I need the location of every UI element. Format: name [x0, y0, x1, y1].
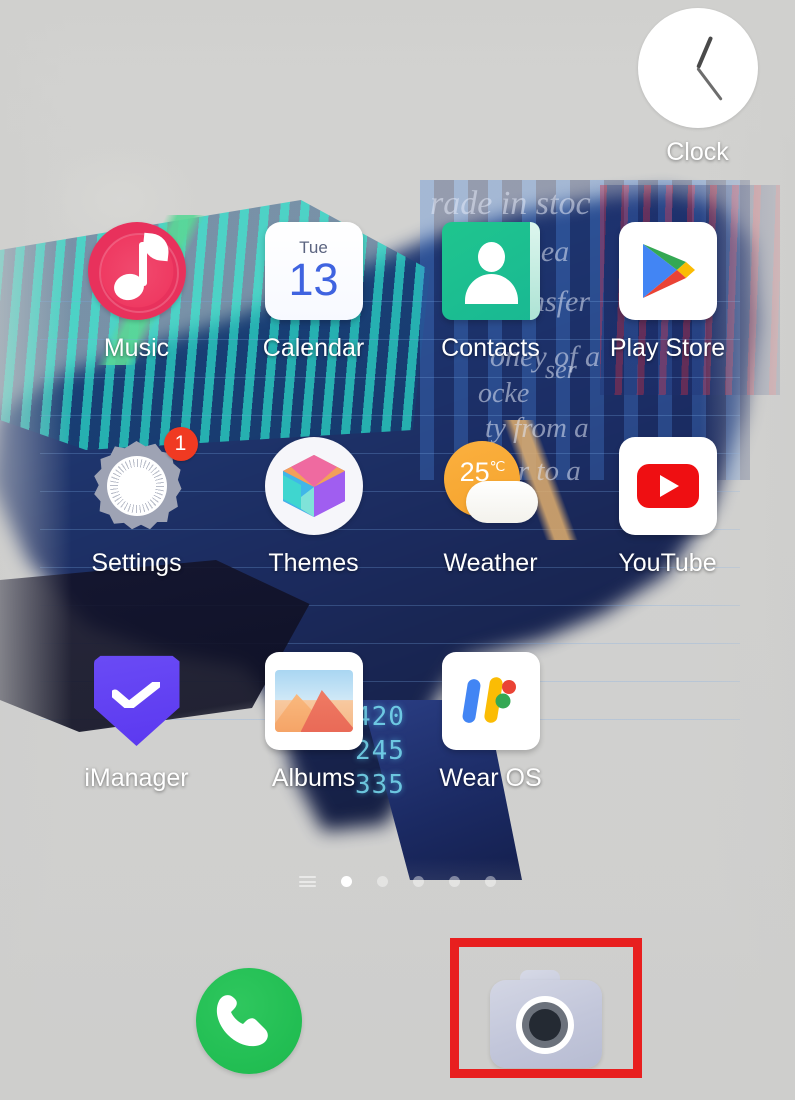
- app-music[interactable]: Music: [48, 222, 225, 437]
- app-contacts[interactable]: Contacts: [402, 222, 579, 437]
- app-label-albums: Albums: [271, 764, 356, 792]
- app-label-imanager: iManager: [84, 764, 189, 792]
- app-label-music: Music: [103, 334, 170, 362]
- contacts-person-icon: [441, 222, 540, 320]
- photo-album-icon: [264, 652, 363, 750]
- page-dot-1[interactable]: [341, 876, 352, 887]
- weather-unit: ℃: [489, 458, 506, 474]
- themes-gem-icon: [264, 437, 363, 535]
- app-calendar[interactable]: Tue 13 Calendar: [225, 222, 402, 437]
- page-dot-5[interactable]: [485, 876, 496, 887]
- wallpaper-text-0: rade in stoc: [430, 185, 591, 222]
- app-wear-os[interactable]: Wear OS: [402, 652, 579, 867]
- play-store-icon: [618, 222, 717, 320]
- page-dot-3[interactable]: [413, 876, 424, 887]
- shield-check-icon: [88, 652, 186, 750]
- app-settings[interactable]: 1 Settings: [48, 427, 225, 652]
- phone-handset-icon[interactable]: [196, 968, 302, 1074]
- app-label-youtube: YouTube: [618, 549, 717, 577]
- calendar-icon: Tue 13: [264, 222, 363, 320]
- calendar-day-number: 13: [288, 254, 339, 305]
- clock-hour-hand: [695, 35, 713, 69]
- music-note-icon: [87, 222, 186, 320]
- page-dot-2[interactable]: [377, 876, 388, 887]
- weather-sun-cloud-icon: 25℃: [442, 437, 540, 535]
- wear-os-icon: [441, 652, 540, 750]
- page-dot-4[interactable]: [449, 876, 460, 887]
- app-play-store[interactable]: Play Store: [579, 222, 756, 437]
- camera-icon[interactable]: [490, 968, 602, 1068]
- clock-widget[interactable]: Clock: [605, 8, 790, 167]
- clock-minute-hand: [696, 67, 723, 101]
- app-themes[interactable]: Themes: [225, 437, 402, 652]
- app-label-weather: Weather: [443, 549, 538, 577]
- app-youtube[interactable]: YouTube: [579, 437, 756, 652]
- clock-widget-label: Clock: [666, 138, 729, 166]
- app-label-play-store: Play Store: [609, 334, 726, 362]
- page-indicator: [0, 876, 795, 887]
- settings-badge: 1: [163, 427, 198, 461]
- app-grid: Music Tue 13 Calendar Contacts Play Stor…: [48, 222, 758, 867]
- app-albums[interactable]: Albums: [225, 652, 402, 867]
- app-weather[interactable]: 25℃ Weather: [402, 437, 579, 652]
- app-label-contacts: Contacts: [441, 334, 540, 362]
- analog-clock-icon: [637, 8, 758, 128]
- phone-home-screen: 420 245 335 rade in stoc s mea nsfer one…: [0, 0, 795, 1100]
- app-label-calendar: Calendar: [262, 334, 365, 362]
- app-imanager[interactable]: iManager: [48, 652, 225, 867]
- youtube-icon: [618, 437, 717, 535]
- app-label-settings: Settings: [91, 549, 182, 577]
- app-drawer-lines-icon[interactable]: [299, 876, 316, 887]
- app-label-themes: Themes: [268, 549, 359, 577]
- app-label-wear-os: Wear OS: [439, 764, 542, 792]
